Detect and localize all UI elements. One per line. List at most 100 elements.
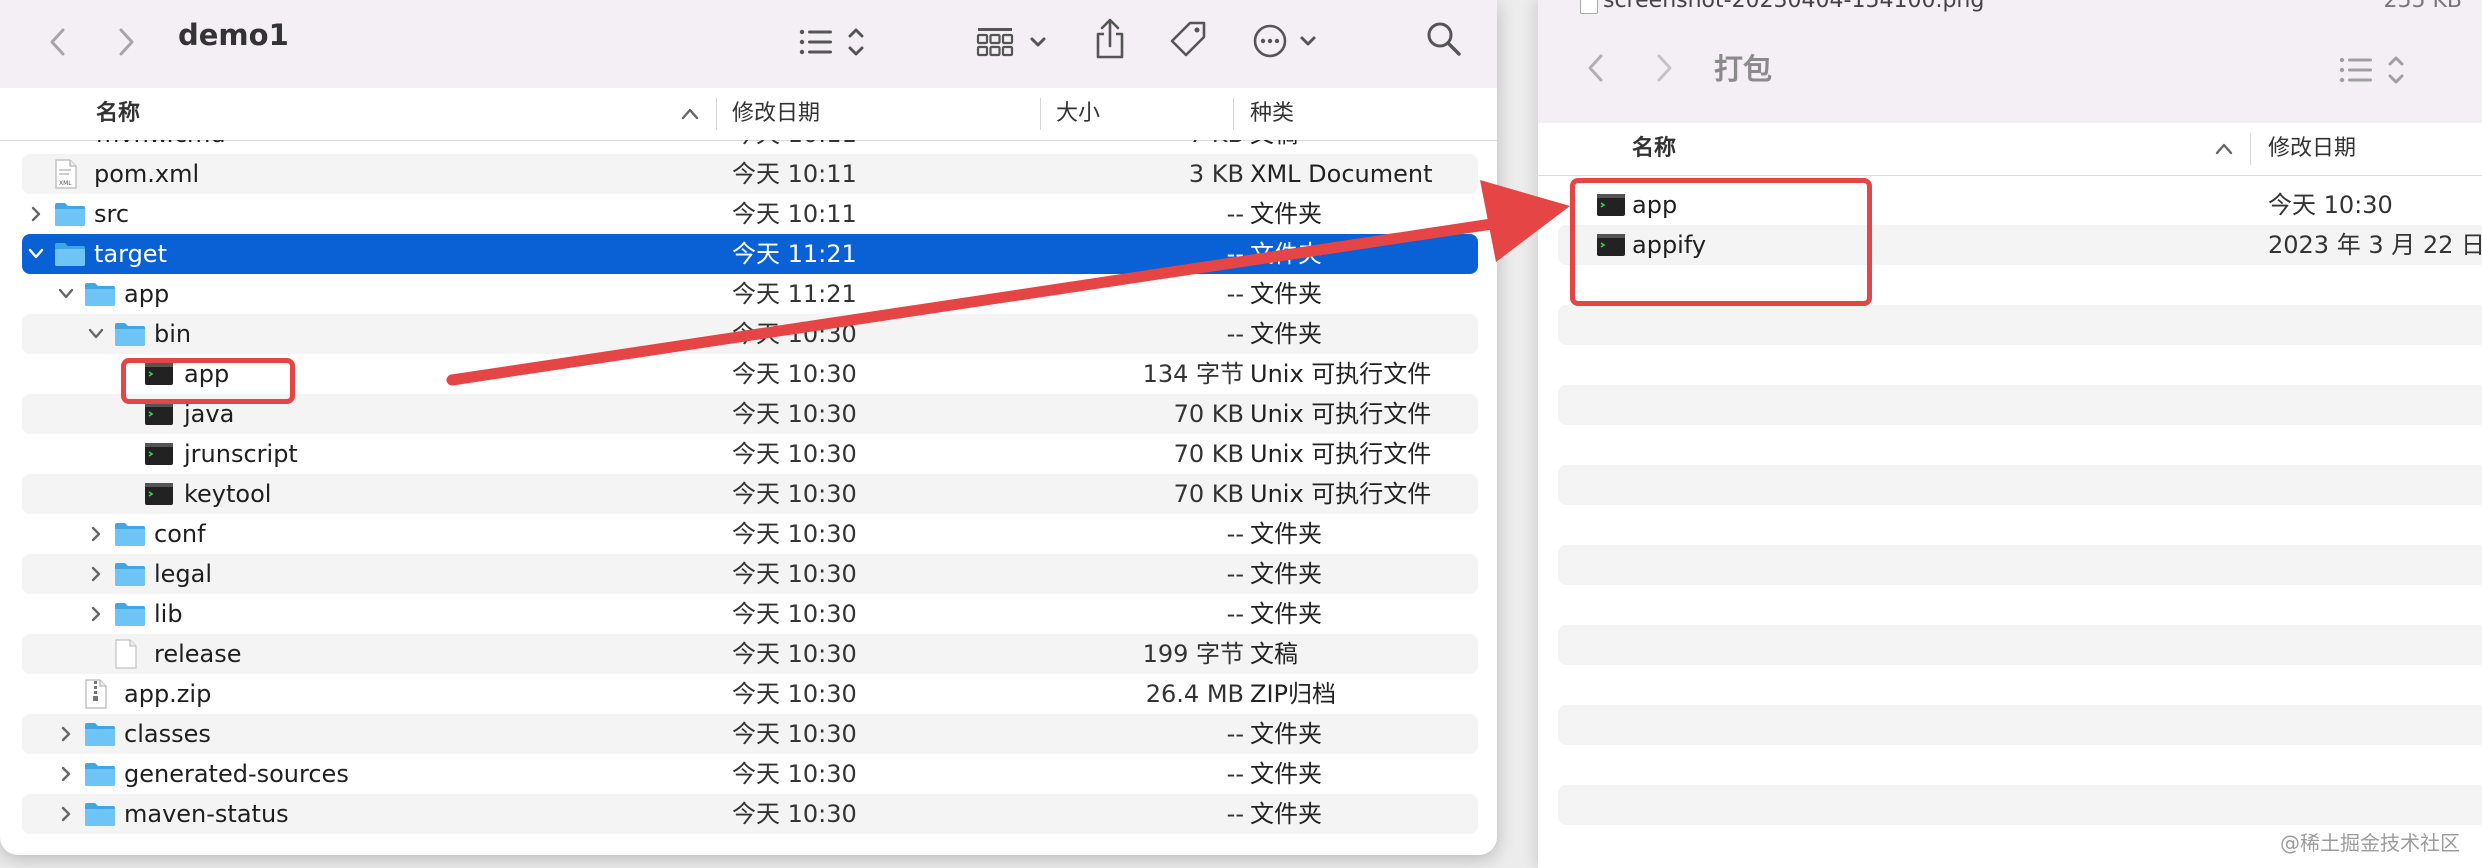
file-kind: XML Document — [1250, 160, 1433, 188]
svg-text:XML: XML — [59, 180, 72, 187]
share-button[interactable] — [1090, 14, 1130, 64]
view-list-button[interactable] — [798, 20, 870, 64]
empty-row — [1558, 465, 2482, 505]
column-divider[interactable] — [1040, 98, 1041, 130]
empty-row — [1558, 785, 2482, 825]
terminal-exec-icon — [144, 474, 174, 514]
file-size: -- — [1226, 760, 1244, 788]
file-row[interactable]: target 今天 11:21 -- 文件夹 — [22, 234, 1478, 274]
share-icon — [1096, 18, 1124, 59]
file-row[interactable]: classes 今天 10:30 -- 文件夹 — [22, 714, 1478, 754]
file-kind: 文件夹 — [1250, 600, 1322, 628]
file-name: src — [94, 200, 130, 228]
folder-icon — [114, 554, 146, 594]
file-date: 今天 10:30 — [732, 480, 857, 508]
more-actions-button[interactable] — [1252, 18, 1324, 64]
toolbar: demo1 — [0, 0, 1497, 89]
file-size: -- — [1226, 280, 1244, 308]
search-button[interactable] — [1422, 16, 1466, 62]
disclosure-expanded-icon[interactable] — [26, 234, 46, 274]
file-date: 今天 10:30 — [732, 360, 857, 388]
file-row[interactable]: jrunscript 今天 10:30 70 KB Unix 可执行文件 — [22, 434, 1478, 474]
empty-row — [1558, 665, 2482, 705]
column-kind[interactable]: 种类 — [1250, 88, 1294, 140]
file-row[interactable]: app 今天 11:21 -- 文件夹 — [22, 274, 1478, 314]
file-size: 26.4 MB — [1145, 680, 1244, 708]
sort-caret-up-icon[interactable] — [2214, 141, 2234, 161]
file-size: -- — [1226, 200, 1244, 228]
file-row[interactable]: XML pom.xml 今天 10:11 3 KB XML Document — [22, 154, 1478, 194]
file-kind: 文件夹 — [1250, 720, 1322, 748]
column-size[interactable]: 大小 — [1056, 88, 1100, 140]
disclosure-collapsed-icon[interactable] — [56, 754, 76, 794]
file-row[interactable]: bin 今天 10:30 -- 文件夹 — [22, 314, 1478, 354]
file-size: 70 KB — [1173, 480, 1244, 508]
file-kind: 文件夹 — [1250, 200, 1322, 228]
empty-row — [1558, 425, 2482, 465]
file-date: 今天 10:11 — [732, 200, 857, 228]
column-divider[interactable] — [2250, 133, 2251, 165]
file-row[interactable]: conf 今天 10:30 -- 文件夹 — [22, 514, 1478, 554]
file-size: -- — [1226, 520, 1244, 548]
file-name: app — [124, 280, 170, 308]
file-name: lib — [154, 600, 183, 628]
column-name[interactable]: 名称 — [1632, 123, 1676, 175]
sort-caret-up-icon[interactable] — [680, 106, 700, 126]
background-window-strip: screenshot-20230404-154100.png 255 KB — [1538, 0, 2482, 19]
disclosure-collapsed-icon[interactable] — [56, 714, 76, 754]
file-row[interactable]: maven-status 今天 10:30 -- 文件夹 — [22, 794, 1478, 834]
forward-button[interactable] — [1648, 48, 1682, 88]
disclosure-expanded-icon[interactable] — [56, 274, 76, 314]
folder-icon — [114, 314, 146, 354]
forward-button[interactable] — [110, 22, 144, 62]
watermark: @稀土掘金技术社区 — [2280, 831, 2460, 855]
file-row[interactable]: src 今天 10:11 -- 文件夹 — [22, 194, 1478, 234]
file-name: classes — [124, 720, 211, 748]
tag-button[interactable] — [1166, 16, 1210, 62]
file-kind: 文件夹 — [1250, 280, 1322, 308]
folder-icon — [54, 194, 86, 234]
column-divider[interactable] — [716, 98, 717, 130]
file-row-cut[interactable]: mvnw.cmd 今天 10:11 7 KB 文稿 — [22, 140, 1478, 154]
highlight-box-app-target — [1570, 178, 1872, 306]
disclosure-collapsed-icon[interactable] — [86, 514, 106, 554]
file-row[interactable]: lib 今天 10:30 -- 文件夹 — [22, 594, 1478, 634]
file-row[interactable]: legal 今天 10:30 -- 文件夹 — [22, 554, 1478, 594]
file-row[interactable]: app.zip 今天 10:30 26.4 MB ZIP归档 — [22, 674, 1478, 714]
file-row[interactable]: release 今天 10:30 199 字节 文稿 — [22, 634, 1478, 674]
column-date[interactable]: 修改日期 — [2268, 123, 2356, 175]
group-button[interactable] — [976, 20, 1050, 64]
file-size: 70 KB — [1173, 440, 1244, 468]
back-button[interactable] — [1578, 48, 1612, 88]
folder-icon — [84, 274, 116, 314]
file-date: 今天 10:30 — [732, 760, 857, 788]
disclosure-collapsed-icon[interactable] — [56, 794, 76, 834]
disclosure-collapsed-icon[interactable] — [86, 554, 106, 594]
file-size: 3 KB — [1188, 160, 1244, 188]
file-kind: Unix 可执行文件 — [1250, 440, 1432, 468]
file-date: 今天 10:11 — [732, 160, 857, 188]
file-kind: 文件夹 — [1250, 320, 1322, 348]
disclosure-expanded-icon[interactable] — [86, 314, 106, 354]
file-row[interactable]: generated-sources 今天 10:30 -- 文件夹 — [22, 754, 1478, 794]
file-date: 今天 10:30 — [732, 600, 857, 628]
file-kind: 文件夹 — [1250, 760, 1322, 788]
column-date[interactable]: 修改日期 — [732, 88, 820, 140]
disclosure-collapsed-icon[interactable] — [26, 194, 46, 234]
chevron-right-icon — [1657, 54, 1672, 82]
chevron-right-icon — [119, 28, 134, 56]
file-row[interactable]: keytool 今天 10:30 70 KB Unix 可执行文件 — [22, 474, 1478, 514]
disclosure-collapsed-icon[interactable] — [86, 594, 106, 634]
column-header: 名称 修改日期 — [1538, 123, 2482, 176]
file-kind: Unix 可执行文件 — [1250, 360, 1432, 388]
view-list-button[interactable] — [2338, 50, 2410, 90]
back-button[interactable] — [40, 22, 74, 62]
file-date: 今天 10:30 — [732, 640, 857, 668]
file-size: -- — [1226, 800, 1244, 828]
empty-row — [1558, 385, 2482, 425]
column-name[interactable]: 名称 — [96, 88, 140, 140]
empty-row — [1558, 585, 2482, 625]
folder-icon — [84, 754, 116, 794]
column-divider[interactable] — [1233, 98, 1234, 130]
list-view-icon — [799, 28, 864, 56]
